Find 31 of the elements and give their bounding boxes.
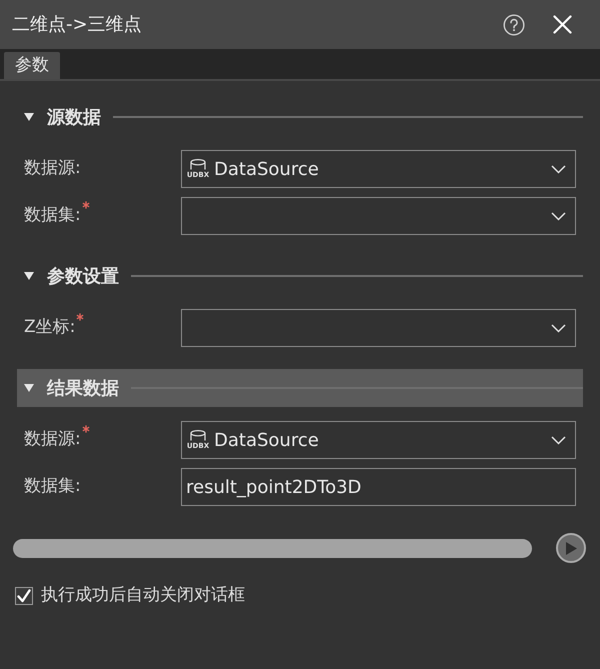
section-title: 源数据	[47, 106, 101, 130]
section-title: 参数设置	[47, 264, 119, 288]
play-icon	[566, 542, 576, 554]
section-title: 结果数据	[47, 376, 119, 400]
window-title: 二维点->三维点	[12, 13, 142, 37]
check-icon	[17, 588, 31, 603]
chevron-down-icon	[551, 324, 566, 332]
chevron-down-icon	[551, 212, 566, 220]
dropdown-field[interactable]	[181, 309, 576, 347]
triangle-down-icon[interactable]	[24, 384, 34, 392]
field-label: 数据源:	[24, 428, 81, 452]
triangle-down-icon[interactable]	[24, 113, 34, 121]
triangle-down-icon[interactable]	[24, 272, 34, 280]
field-label: Z坐标:	[24, 316, 76, 340]
dropdown-field[interactable]	[181, 197, 576, 235]
text-field[interactable]: result_point2DTo3D	[181, 468, 576, 506]
help-button[interactable]	[503, 14, 525, 36]
chevron-down-icon	[551, 436, 566, 444]
database-icon	[190, 159, 206, 172]
tab[interactable]: 参数	[4, 52, 60, 79]
close-button[interactable]	[553, 15, 572, 34]
chevron-down-icon	[551, 164, 566, 174]
field-label: 数据源:	[24, 157, 81, 180]
checkbox[interactable]	[15, 586, 33, 605]
play-button[interactable]	[556, 533, 586, 563]
close-icon	[553, 15, 572, 34]
database-icon	[190, 430, 206, 443]
field-label: 数据集:	[24, 204, 81, 228]
field-label: 数据集:	[24, 475, 81, 498]
checkbox-label[interactable]: 执行成功后自动关闭对话框	[41, 583, 245, 608]
help-icon	[503, 14, 525, 36]
